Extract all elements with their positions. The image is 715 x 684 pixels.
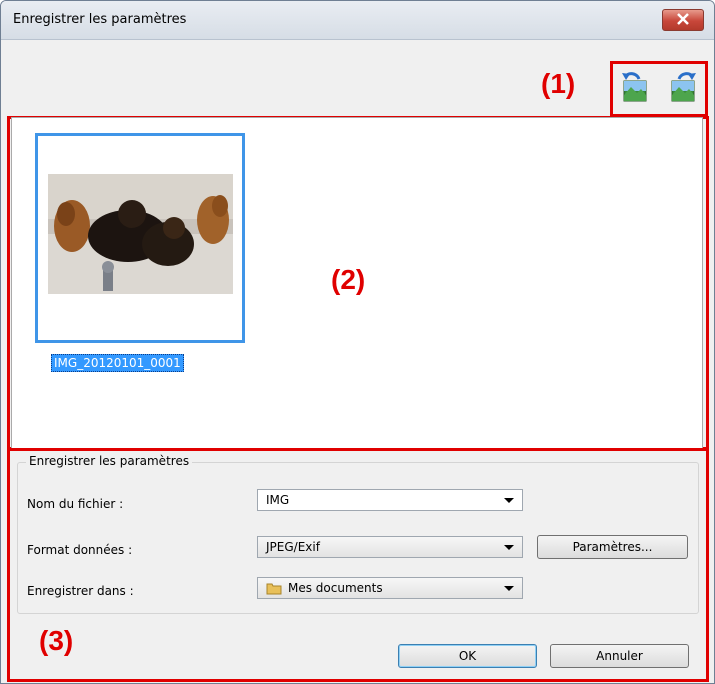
save-settings-dialog: Enregistrer les paramètres (1) IMG_20120…	[0, 0, 715, 684]
save-in-label: Enregistrer dans :	[27, 584, 134, 598]
thumbnail-item[interactable]	[35, 133, 245, 343]
thumbnail-filename[interactable]: IMG_20120101_0001	[51, 354, 184, 372]
title-bar: Enregistrer les paramètres	[1, 1, 714, 40]
window-title: Enregistrer les paramètres	[13, 12, 187, 27]
close-button[interactable]	[662, 9, 704, 31]
chevron-down-icon	[504, 545, 514, 550]
chevron-down-icon	[504, 586, 514, 591]
callout-label-1: (1)	[541, 68, 576, 99]
file-name-combo[interactable]: IMG	[257, 489, 523, 511]
settings-button[interactable]: Paramètres...	[537, 535, 688, 559]
file-name-label: Nom du fichier :	[27, 497, 124, 511]
ok-button[interactable]: OK	[398, 644, 537, 668]
callout-label-2: (2)	[331, 264, 366, 295]
save-in-value: Mes documents	[288, 581, 383, 595]
toolbar	[1, 40, 714, 115]
file-name-value: IMG	[266, 493, 290, 507]
save-in-select[interactable]: Mes documents	[257, 577, 523, 599]
folder-icon	[266, 583, 282, 595]
group-title: Enregistrer les paramètres	[26, 454, 193, 468]
format-label: Format données :	[27, 543, 133, 557]
format-select[interactable]: JPEG/Exif	[257, 536, 523, 558]
format-value: JPEG/Exif	[266, 540, 320, 554]
dogs-photo	[48, 174, 233, 294]
close-icon	[677, 13, 689, 25]
chevron-down-icon	[504, 498, 514, 503]
rotate-left-icon[interactable]	[619, 69, 653, 103]
callout-label-3: (3)	[39, 625, 74, 656]
cancel-button[interactable]: Annuler	[550, 644, 689, 668]
rotate-right-icon[interactable]	[665, 69, 699, 103]
